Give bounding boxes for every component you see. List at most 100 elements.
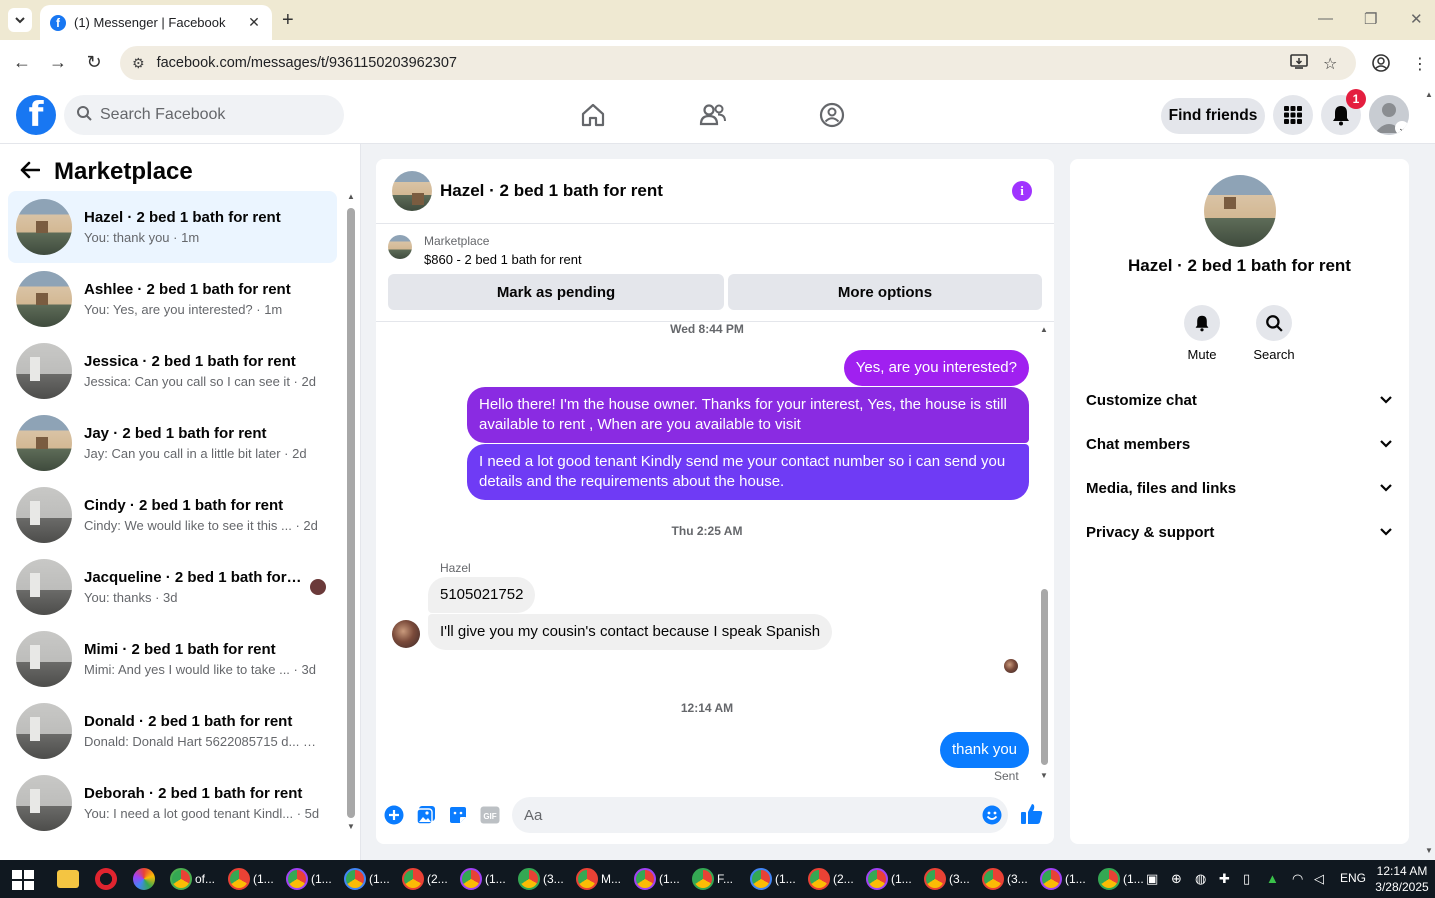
opera-icon[interactable] [95,868,117,890]
media-files-links-section[interactable]: Media, files and links [1086,476,1393,500]
minimize-window-button[interactable]: — [1318,10,1333,27]
taskbar-chrome-window[interactable]: (2... [808,868,854,890]
scroll-up-icon[interactable]: ▲ [347,192,355,201]
page-scroll-down-icon[interactable]: ▼ [1425,846,1433,855]
conversation-item-jacqueline[interactable]: Jacqueline · 2 bed 1 bath for r... You: … [8,551,337,623]
scrollbar-thumb[interactable] [1041,589,1048,765]
chat-members-section[interactable]: Chat members [1086,432,1393,456]
taskbar-chrome-window[interactable]: (2... [402,868,448,890]
chat-title[interactable]: Hazel · 2 bed 1 bath for rent [440,181,663,201]
scrollbar-thumb[interactable] [347,208,355,818]
listing-avatar-large[interactable] [1204,175,1276,247]
incoming-message[interactable]: 5105021752 [428,577,536,613]
taskbar-chrome-window[interactable]: (1... [286,868,332,890]
tray-plus-icon[interactable]: ⊕ [1171,871,1182,887]
taskbar-chrome-window[interactable]: M... [576,868,621,890]
taskbar-chrome-window[interactable]: (1... [228,868,274,890]
sidebar-scrollbar[interactable]: ▲ ▼ [347,192,355,832]
forward-button[interactable]: → [47,52,69,73]
mark-as-pending-button[interactable]: Mark as pending [388,274,724,310]
menu-grid-button[interactable] [1273,95,1313,135]
scroll-down-icon[interactable]: ▼ [1040,771,1048,780]
conversation-item-hazel[interactable]: Hazel · 2 bed 1 bath for rent You: thank… [8,191,337,263]
outgoing-message[interactable]: Hello there! I'm the house owner. Thanks… [467,387,1029,443]
language-indicator[interactable]: ENG [1340,871,1366,885]
url-omnibox[interactable]: ⚙ facebook.com/messages/t/93611502039623… [120,46,1356,80]
taskbar-chrome-window[interactable]: F... [692,868,733,890]
taskbar-chrome-window[interactable]: (1... [1040,868,1086,890]
conversation-item-donald[interactable]: Donald · 2 bed 1 bath for rent Donald: D… [8,695,337,767]
taskbar-chrome-window[interactable]: (3... [518,868,564,890]
more-options-button[interactable]: More options [728,274,1042,310]
close-window-button[interactable]: ✕ [1410,10,1423,28]
find-friends-button[interactable]: Find friends [1161,98,1265,134]
like-thumbs-up-icon[interactable] [1020,802,1044,826]
info-icon[interactable]: i [1012,181,1032,201]
taskbar-chrome-window[interactable]: (1... [866,868,912,890]
file-explorer-icon[interactable] [57,868,79,890]
new-tab-button[interactable]: + [282,9,294,32]
conversation-item-mimi[interactable]: Mimi · 2 bed 1 bath for rent Mimi: And y… [8,623,337,695]
sticker-icon[interactable] [448,805,468,825]
conversation-item-deborah[interactable]: Deborah · 2 bed 1 bath for rent You: I n… [8,767,337,839]
globe-icon[interactable]: ◍ [1195,871,1206,887]
wifi-icon[interactable]: ◠ [1292,871,1303,887]
message-input-wrapper[interactable] [512,797,1008,833]
color-wheel-app-icon[interactable] [133,868,155,890]
taskbar-chrome-window[interactable]: (3... [982,868,1028,890]
windows-start-button[interactable] [12,870,34,890]
conversation-item-jessica[interactable]: Jessica · 2 bed 1 bath for rent Jessica:… [8,335,337,407]
facebook-search[interactable] [64,95,344,135]
volume-icon[interactable]: ◁ [1314,871,1324,887]
listing-thumbnail[interactable] [388,235,412,259]
gif-icon[interactable]: GIF [480,805,500,825]
conversation-item-cindy[interactable]: Cindy · 2 bed 1 bath for rent Cindy: We … [8,479,337,551]
browser-menu-icon[interactable]: ⋮ [1412,54,1428,74]
chat-avatar[interactable] [392,171,432,211]
outgoing-message[interactable]: Yes, are you interested? [843,350,1029,386]
conversation-item-jay[interactable]: Jay · 2 bed 1 bath for rent Jay: Can you… [8,407,337,479]
back-button[interactable]: ← [11,52,33,73]
emoji-icon[interactable] [982,805,1002,825]
scroll-down-icon[interactable]: ▼ [347,822,355,831]
tab-search-button[interactable] [8,8,32,32]
site-settings-icon[interactable]: ⚙ [132,55,145,72]
back-arrow-icon[interactable] [20,159,41,185]
usb-icon[interactable]: ▯ [1243,871,1250,887]
browser-tab-messenger[interactable]: f (1) Messenger | Facebook ✕ [40,5,272,40]
facebook-logo-icon[interactable]: f [16,95,56,135]
taskbar-chrome-window[interactable]: (3... [924,868,970,890]
photo-icon[interactable] [416,805,436,825]
scroll-up-icon[interactable]: ▲ [1040,325,1048,334]
friends-nav-button[interactable] [697,100,729,130]
tray-cross-icon[interactable]: ✚ [1219,871,1230,887]
customize-chat-section[interactable]: Customize chat [1086,388,1393,412]
install-app-icon[interactable] [1290,54,1308,75]
message-input[interactable] [524,806,964,824]
restore-window-button[interactable]: ❐ [1364,10,1377,28]
incoming-message[interactable]: I'll give you my cousin's contact becaus… [428,614,833,650]
groups-nav-button[interactable] [816,100,848,130]
mute-action[interactable]: Mute [1172,305,1232,362]
chat-scrollbar[interactable]: ▲ ▼ [1040,325,1048,781]
profile-icon[interactable] [1372,54,1390,77]
taskbar-chrome-window[interactable]: (1... [750,868,796,890]
tray-app-icon[interactable]: ▣ [1146,871,1158,887]
home-nav-button[interactable] [577,100,609,130]
plus-circle-icon[interactable] [384,805,404,825]
conversation-item-ashlee[interactable]: Ashlee · 2 bed 1 bath for rent You: Yes,… [8,263,337,335]
reload-button[interactable]: ↻ [83,52,105,73]
taskbar-chrome-window[interactable]: of... [170,868,215,890]
bookmark-star-icon[interactable]: ☆ [1323,54,1337,74]
page-scroll-up-icon[interactable]: ▲ [1425,90,1433,99]
search-action[interactable]: Search [1244,305,1304,362]
listing-title[interactable]: $860 - 2 bed 1 bath for rent [424,252,582,267]
taskbar-chrome-window[interactable]: (1... [1098,868,1144,890]
privacy-support-section[interactable]: Privacy & support [1086,520,1393,544]
tray-triangle-icon[interactable]: ▲ [1266,871,1279,886]
taskbar-chrome-window[interactable]: (1... [460,868,506,890]
sender-avatar[interactable] [392,620,420,648]
taskbar-clock[interactable]: 12:14 AM 3/28/2025 [1372,863,1432,895]
search-input[interactable] [100,106,320,124]
close-tab-icon[interactable]: ✕ [246,14,262,31]
